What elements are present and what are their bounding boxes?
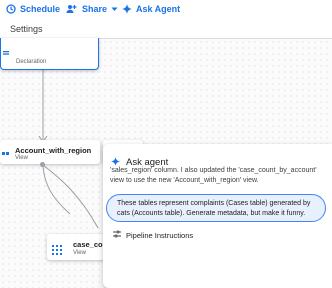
tune-icon: [113, 230, 121, 240]
prompt-line: cats (Accounts table). Generate metadata…: [117, 210, 306, 217]
agent-message-line: view to use the new 'Account_with_region…: [110, 177, 259, 184]
grid-icon: [52, 242, 62, 260]
table-icon: [3, 43, 9, 61]
user-prompt-bubble[interactable]: These tables represent complaints (Cases…: [106, 194, 326, 222]
declaration-node[interactable]: Declaration: [0, 38, 99, 70]
view-icon: [2, 147, 10, 165]
agent-message-line: 'sales_region' column. I also updated th…: [110, 167, 317, 174]
pipeline-instructions-link[interactable]: Pipeline Instructions: [113, 230, 193, 240]
node-type-label: View: [15, 155, 28, 161]
node-type-label: Declaration: [16, 59, 47, 65]
node-output-port[interactable]: [40, 162, 45, 167]
account-with-region-node[interactable]: Account_with_region View: [0, 140, 100, 164]
prompt-line: These tables represent complaints (Cases…: [117, 200, 311, 207]
agent-message: 'sales_region' column. I also updated th…: [110, 166, 332, 186]
node-type-label: View: [73, 250, 86, 256]
pipeline-instructions-label: Pipeline Instructions: [126, 230, 194, 240]
node-title: Account_with_region: [15, 146, 92, 155]
